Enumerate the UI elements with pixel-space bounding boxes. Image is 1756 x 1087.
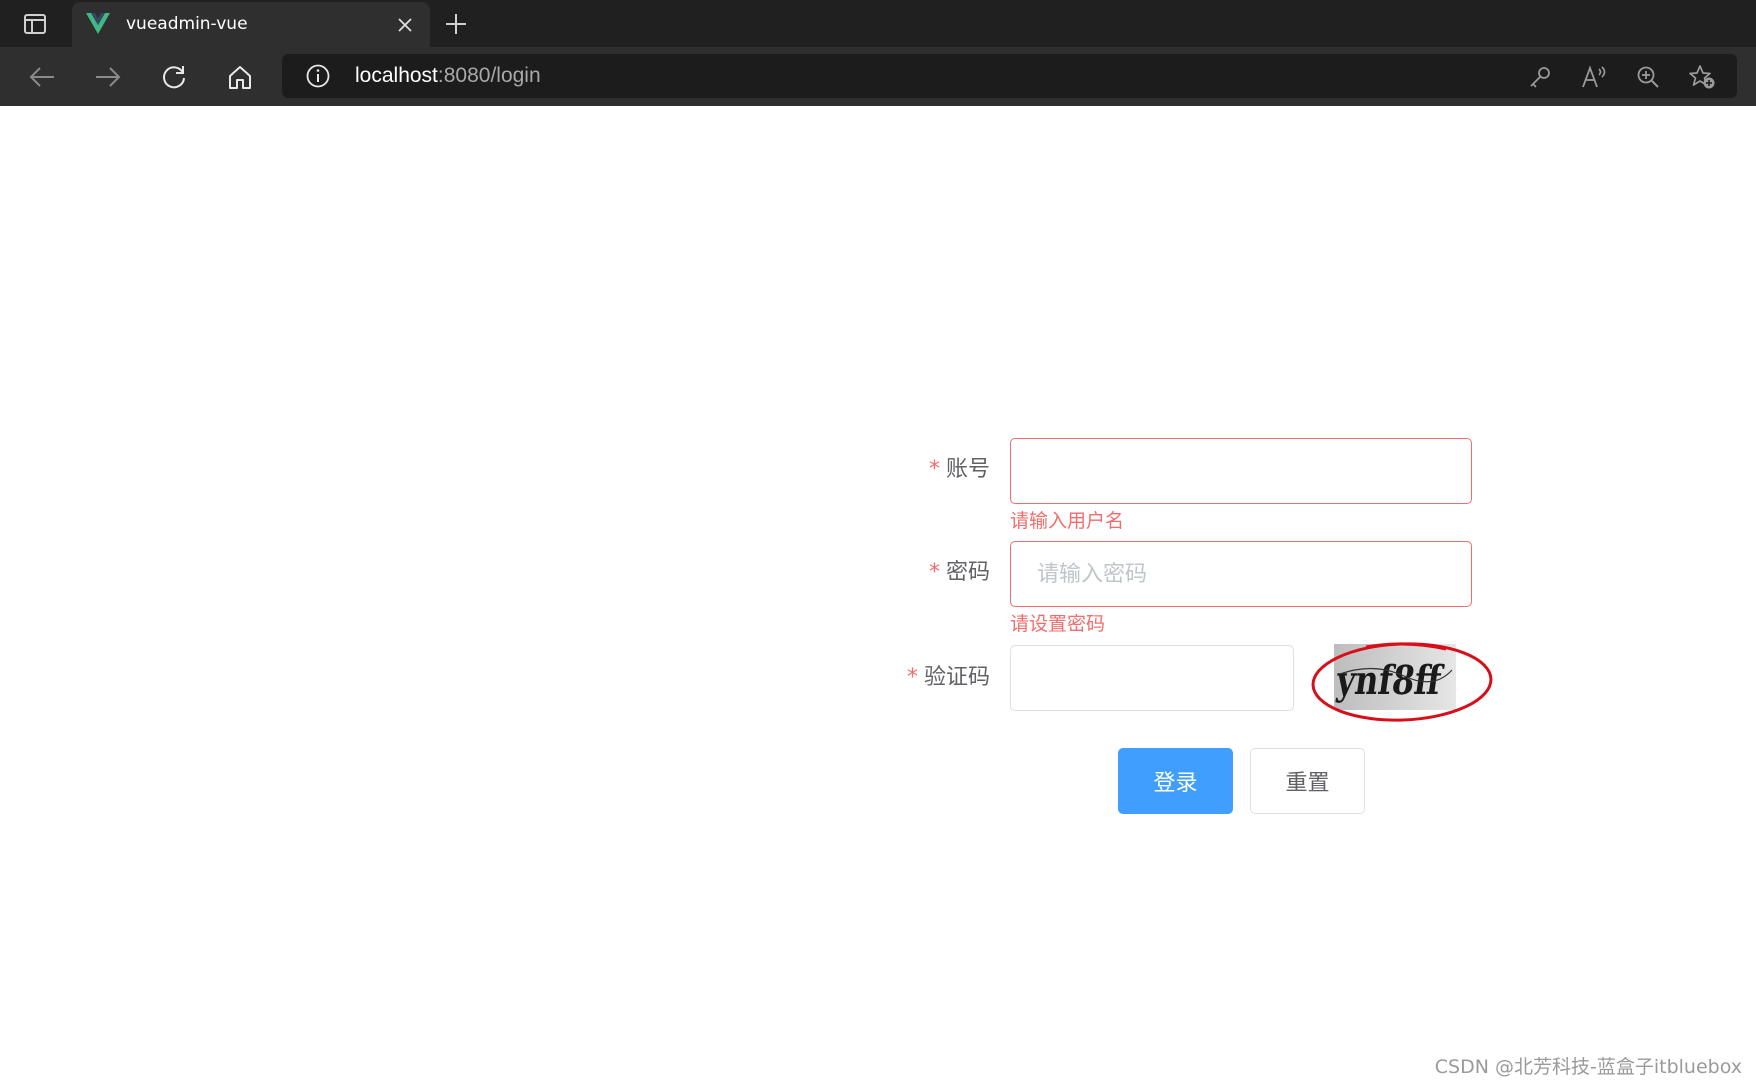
captcha-input[interactable] bbox=[1010, 645, 1294, 711]
login-button[interactable]: 登录 bbox=[1118, 748, 1233, 814]
watermark: CSDN @北芳科技-蓝盒子itbluebox bbox=[1434, 1056, 1742, 1078]
password-label: * 密码 bbox=[850, 558, 990, 588]
captcha-label: * 验证码 bbox=[850, 663, 990, 693]
tab-close-button[interactable] bbox=[394, 14, 416, 36]
browser-toolbar: localhost:8080/login bbox=[0, 47, 1756, 106]
zoom-button[interactable] bbox=[1634, 63, 1662, 91]
url-text[interactable]: localhost:8080/login bbox=[355, 63, 541, 89]
arrow-left-icon bbox=[29, 67, 54, 87]
back-button[interactable] bbox=[23, 58, 61, 96]
key-icon bbox=[1530, 67, 1550, 88]
reset-button[interactable]: 重置 bbox=[1250, 748, 1365, 814]
add-favorite-button[interactable] bbox=[1688, 63, 1716, 91]
username-input[interactable] bbox=[1010, 438, 1472, 504]
star-add-icon bbox=[1689, 65, 1715, 89]
password-error: 请设置密码 bbox=[1010, 613, 1106, 635]
annotation-circle bbox=[1311, 642, 1493, 722]
username-label-text: 账号 bbox=[945, 457, 990, 482]
browser-tab[interactable]: vueadmin-vue bbox=[72, 2, 430, 47]
refresh-button[interactable] bbox=[155, 58, 193, 96]
read-aloud-button[interactable] bbox=[1580, 63, 1608, 91]
password-label-text: 密码 bbox=[945, 560, 990, 585]
zoom-in-icon bbox=[1637, 66, 1659, 88]
read-aloud-icon bbox=[1582, 65, 1606, 88]
forward-button[interactable] bbox=[89, 58, 127, 96]
username-error: 请输入用户名 bbox=[1010, 510, 1125, 532]
address-bar[interactable]: localhost:8080/login bbox=[282, 54, 1737, 98]
new-tab-button[interactable] bbox=[440, 8, 472, 40]
required-asterisk: * bbox=[928, 560, 940, 585]
required-asterisk: * bbox=[906, 665, 918, 690]
password-key-button[interactable] bbox=[1526, 63, 1554, 91]
password-input[interactable] bbox=[1010, 541, 1472, 607]
home-icon bbox=[229, 66, 251, 89]
plus-icon bbox=[446, 14, 466, 34]
required-asterisk: * bbox=[928, 457, 940, 482]
captcha-label-text: 验证码 bbox=[923, 665, 990, 690]
arrow-right-icon bbox=[96, 67, 121, 87]
close-icon bbox=[398, 18, 412, 32]
tab-strip: vueadmin-vue bbox=[0, 0, 1756, 47]
info-icon[interactable] bbox=[306, 64, 330, 88]
tab-actions-button[interactable] bbox=[16, 8, 54, 40]
tab-actions-icon bbox=[24, 14, 46, 34]
url-host: localhost bbox=[355, 64, 438, 87]
url-path: :8080/login bbox=[437, 64, 541, 87]
username-label: * 账号 bbox=[850, 455, 990, 485]
browser-chrome: vueadmin-vue localhost:8080/login bbox=[0, 0, 1756, 106]
home-button[interactable] bbox=[221, 58, 259, 96]
refresh-icon bbox=[163, 66, 185, 89]
vue-logo-icon bbox=[86, 13, 110, 34]
tab-title: vueadmin-vue bbox=[126, 14, 248, 34]
